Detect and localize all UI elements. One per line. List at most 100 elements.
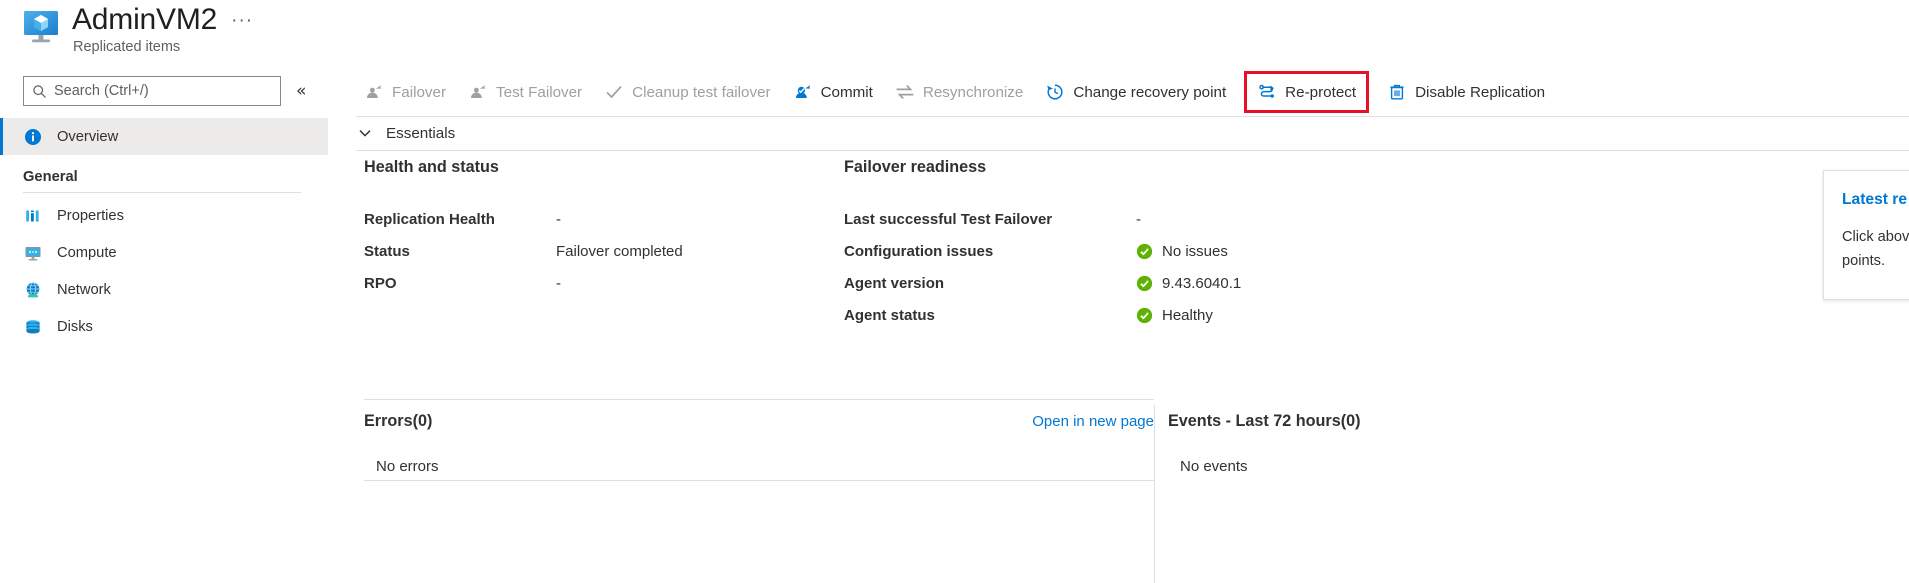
latest-recovery-points-card: Latest re Click abov points. — [1823, 170, 1909, 300]
last-test-failover-key: Last successful Test Failover — [844, 211, 1136, 228]
sidebar-item-label: Overview — [57, 129, 118, 145]
left-column: AdminVM2 ··· Replicated items Search (Ct… — [0, 0, 328, 583]
more-options-button[interactable]: ··· — [231, 8, 253, 34]
failover-label: Failover — [392, 84, 446, 101]
rpo-row: RPO - — [364, 267, 834, 299]
events-panel-header: Events - Last 72 hours(0) — [1168, 412, 1668, 442]
sidebar-item-compute[interactable]: Compute — [0, 234, 328, 271]
success-check-icon — [1136, 307, 1153, 324]
test-failover-button[interactable]: Test Failover — [460, 74, 590, 110]
search-icon — [32, 84, 47, 99]
essentials-divider — [356, 150, 1909, 151]
title-row: AdminVM2 ··· — [72, 0, 253, 40]
failover-button[interactable]: Failover — [356, 74, 454, 110]
resynchronize-button[interactable]: Resynchronize — [887, 74, 1031, 110]
agent-version-value: 9.43.6040.1 — [1162, 275, 1241, 292]
page-title: AdminVM2 — [72, 0, 217, 40]
sidebar-item-network[interactable]: Network — [0, 271, 328, 308]
chevron-down-icon — [356, 124, 374, 142]
test-failover-label: Test Failover — [496, 84, 582, 101]
resource-subtitle: Replicated items — [73, 39, 180, 55]
replication-health-key: Replication Health — [364, 211, 556, 228]
cleanup-test-failover-label: Cleanup test failover — [632, 84, 770, 101]
disks-icon — [23, 317, 43, 337]
open-in-new-page-link[interactable]: Open in new page — [1032, 413, 1154, 430]
rpo-key: RPO — [364, 275, 556, 292]
commit-label: Commit — [821, 84, 873, 101]
success-check-icon — [1136, 243, 1153, 260]
re-protect-button[interactable]: Re-protect — [1244, 71, 1369, 113]
command-toolbar: Failover Test Failover — [328, 68, 1559, 116]
info-icon — [23, 127, 43, 147]
re-protect-label: Re-protect — [1285, 84, 1356, 101]
history-clock-icon — [1045, 82, 1065, 102]
cleanup-test-failover-button[interactable]: Cleanup test failover — [596, 74, 778, 110]
search-input[interactable]: Search (Ctrl+/) — [23, 76, 281, 106]
status-value: Failover completed — [556, 243, 683, 260]
sidebar-item-disks[interactable]: Disks — [0, 308, 328, 345]
re-protect-icon — [1257, 82, 1277, 102]
sidebar-nav: Overview General Properties — [0, 118, 328, 345]
test-failover-icon — [468, 82, 488, 102]
agent-version-row: Agent version 9.43.6040.1 — [844, 267, 1444, 299]
sidebar-item-label: Compute — [57, 245, 117, 261]
configuration-issues-value-wrap: No issues — [1136, 243, 1228, 260]
failover-readiness-column: Failover readiness Last successful Test … — [844, 158, 1444, 331]
agent-status-value: Healthy — [1162, 307, 1213, 324]
health-and-status-column: Health and status Replication Health - S… — [364, 158, 834, 299]
change-recovery-point-button[interactable]: Change recovery point — [1037, 74, 1234, 110]
network-icon — [23, 280, 43, 300]
sidebar-item-overview[interactable]: Overview — [0, 118, 328, 155]
rpo-value: - — [556, 275, 561, 292]
last-test-failover-value: - — [1136, 211, 1141, 228]
status-row: Status Failover completed — [364, 235, 834, 267]
failover-icon — [364, 82, 384, 102]
properties-icon — [23, 206, 43, 226]
commit-icon — [793, 82, 813, 102]
latest-recovery-points-body: Click abov points. — [1842, 225, 1909, 273]
azure-portal-page: AdminVM2 ··· Replicated items Search (Ct… — [0, 0, 1909, 583]
replication-health-row: Replication Health - — [364, 203, 834, 235]
disable-replication-button[interactable]: Disable Replication — [1379, 74, 1553, 110]
search-placeholder: Search (Ctrl+/) — [54, 83, 149, 99]
resource-header: AdminVM2 ··· Replicated items — [0, 0, 328, 68]
latest-recovery-points-title: Latest re — [1842, 191, 1909, 209]
sidebar-item-label: Disks — [57, 319, 93, 335]
commit-button[interactable]: Commit — [785, 74, 881, 110]
errors-panel-title: Errors(0) — [364, 412, 432, 431]
sidebar-divider — [23, 192, 301, 193]
health-column-title: Health and status — [364, 158, 834, 177]
disable-replication-label: Disable Replication — [1415, 84, 1545, 101]
collapse-sidebar-button[interactable]: « — [296, 80, 306, 102]
success-check-icon — [1136, 275, 1153, 292]
status-key: Status — [364, 243, 556, 260]
errors-panel: Errors(0) Open in new page No errors — [364, 412, 1154, 475]
toolbar-divider — [356, 116, 1909, 117]
vertical-separator — [1154, 405, 1155, 583]
trash-icon — [1387, 82, 1407, 102]
agent-status-key: Agent status — [844, 307, 1136, 324]
configuration-issues-key: Configuration issues — [844, 243, 1136, 260]
resynchronize-icon — [895, 82, 915, 102]
last-successful-test-failover-row: Last successful Test Failover - — [844, 203, 1444, 235]
essentials-label: Essentials — [386, 125, 455, 142]
configuration-issues-value: No issues — [1162, 243, 1228, 260]
agent-status-row: Agent status Healthy — [844, 299, 1444, 331]
errors-panel-header: Errors(0) Open in new page — [364, 412, 1154, 442]
replication-health-value: - — [556, 211, 561, 228]
agent-version-value-wrap: 9.43.6040.1 — [1136, 275, 1241, 292]
sidebar-item-properties[interactable]: Properties — [0, 197, 328, 234]
latest-recovery-points-line2: points. — [1842, 249, 1909, 273]
sidebar-item-label: Network — [57, 282, 111, 298]
essentials-toggle[interactable]: Essentials — [356, 118, 455, 148]
errors-panel-bottom-divider — [364, 480, 1154, 481]
readiness-column-title: Failover readiness — [844, 158, 1444, 177]
agent-version-key: Agent version — [844, 275, 1136, 292]
sidebar-section-general: General — [0, 169, 328, 185]
resynchronize-label: Resynchronize — [923, 84, 1023, 101]
lower-divider — [364, 399, 1154, 400]
compute-icon — [23, 243, 43, 263]
configuration-issues-row: Configuration issues No issues — [844, 235, 1444, 267]
change-recovery-point-label: Change recovery point — [1073, 84, 1226, 101]
main-pane: Failover Test Failover — [328, 0, 1909, 583]
